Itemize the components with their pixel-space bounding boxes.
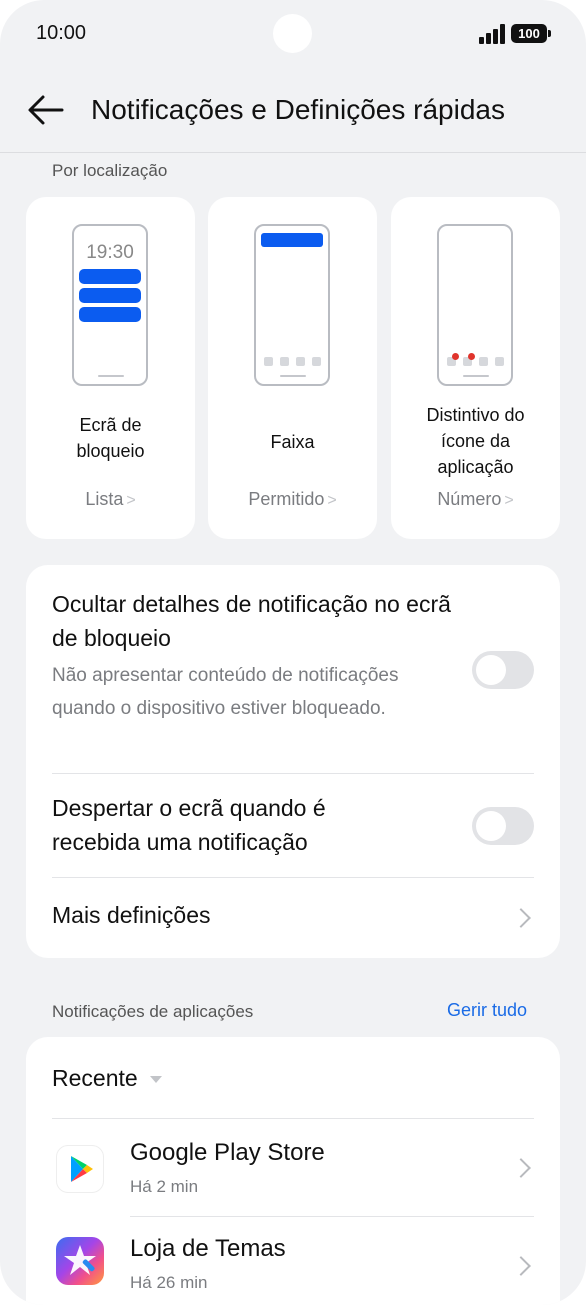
preview-clock: 19:30 — [86, 242, 134, 263]
card-title: Faixa — [270, 432, 315, 452]
banner-preview — [254, 224, 330, 386]
signal-icon — [479, 24, 505, 44]
app-notifications-card: Recente Google Play Store Há 2 min Loja … — [26, 1037, 560, 1305]
style-card-banner[interactable]: Faixa Permitido > — [208, 197, 377, 539]
arrow-left-icon — [28, 95, 64, 125]
hide-details-toggle[interactable] — [472, 651, 534, 689]
camera-cutout — [273, 14, 312, 53]
more-settings-row[interactable]: Mais definições — [26, 878, 560, 958]
card-title: Ecrã de bloqueio — [76, 415, 145, 461]
chevron-right-icon: > — [126, 492, 136, 509]
google-play-icon — [56, 1145, 104, 1193]
section-label-app-notifications: Notificações de aplicações — [52, 1002, 254, 1021]
app-row-google-play[interactable]: Google Play Store Há 2 min — [26, 1119, 560, 1216]
divider — [52, 773, 534, 774]
lock-screen-preview: 19:30 — [72, 224, 148, 386]
app-name: Loja de Temas — [130, 1235, 286, 1262]
battery-icon: 100 — [511, 24, 551, 43]
section-label-location: Por localização — [52, 161, 168, 180]
header-divider — [0, 152, 586, 153]
app-time: Há 26 min — [130, 1273, 208, 1292]
card-value: Lista > — [85, 489, 136, 509]
chevron-right-icon: > — [504, 492, 514, 509]
page-title: Notificações e Definições rápidas — [91, 94, 505, 125]
status-time: 10:00 — [36, 22, 87, 44]
wake-screen-toggle[interactable] — [472, 807, 534, 845]
recent-filter-dropdown[interactable]: Recente — [52, 1065, 162, 1092]
back-button[interactable] — [26, 92, 66, 128]
caret-down-icon — [149, 1076, 162, 1084]
card-value: Número > — [437, 489, 514, 509]
chevron-right-icon — [511, 1256, 531, 1276]
app-name: Google Play Store — [130, 1139, 325, 1166]
hide-details-title: Ocultar detalhes de notificação no ecrã … — [52, 591, 451, 651]
chevron-right-icon — [511, 1158, 531, 1178]
notification-settings-card: Ocultar detalhes de notificação no ecrã … — [26, 565, 560, 958]
more-settings-label: Mais definições — [52, 902, 211, 928]
card-value: Permitido > — [248, 489, 337, 509]
badge-preview — [437, 224, 513, 386]
theme-store-icon — [56, 1237, 104, 1285]
wake-screen-title: Despertar o ecrã quando é recebida uma n… — [52, 795, 326, 855]
chevron-right-icon: > — [327, 492, 337, 509]
chevron-right-icon — [511, 908, 531, 928]
app-time: Há 2 min — [130, 1177, 199, 1196]
manage-all-link[interactable]: Gerir tudo — [447, 1000, 527, 1021]
style-card-app-badge[interactable]: Distintivo do ícone da aplicação Número > — [391, 197, 560, 539]
card-title: Distintivo do ícone da aplicação — [426, 405, 525, 477]
style-card-lock-screen[interactable]: 19:30 Ecrã de bloqueio Lista > — [26, 197, 195, 539]
filter-label: Recente — [52, 1065, 138, 1091]
phone-screen: 10:00 100 Notificações e Definições rápi… — [0, 0, 586, 1305]
app-row-theme-store[interactable]: Loja de Temas Há 26 min — [26, 1217, 560, 1305]
hide-details-subtitle: Não apresentar conteúdo de notificações … — [52, 665, 399, 719]
